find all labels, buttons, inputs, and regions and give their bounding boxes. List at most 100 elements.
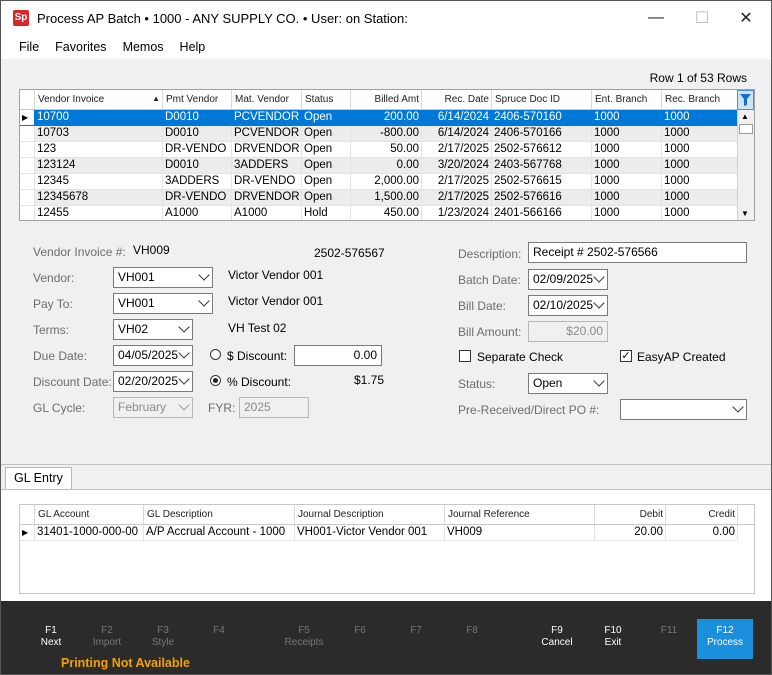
col-status[interactable]: Status: [302, 90, 351, 109]
batch-date-label: Batch Date:: [458, 273, 521, 287]
menu-favorites[interactable]: Favorites: [55, 40, 106, 54]
fkey-f3-button[interactable]: F3 Style: [135, 625, 191, 649]
fkey-key: F2: [101, 625, 113, 636]
chevron-down-icon: [178, 399, 190, 411]
col-rec-date[interactable]: Rec. Date: [422, 90, 492, 109]
col-vendor-invoice[interactable]: Vendor Invoice ▲: [35, 90, 163, 109]
col-ent-branch[interactable]: Ent. Branch: [592, 90, 662, 109]
separate-check-checkbox[interactable]: [459, 350, 471, 362]
pmt-vendor-cell: A1000: [163, 206, 232, 220]
status-select[interactable]: Open: [528, 373, 608, 394]
invoice-grid-scrollbar[interactable]: ▲ ▼: [737, 110, 754, 220]
close-icon[interactable]: ✕: [723, 1, 769, 35]
fkey-f4-button[interactable]: F4: [191, 625, 247, 637]
gl-grid[interactable]: GL Account GL Description Journal Descri…: [19, 504, 755, 594]
payto-select[interactable]: VH001: [113, 293, 213, 314]
vendor-select[interactable]: VH001: [113, 267, 213, 288]
fkey-f6-button[interactable]: F6: [332, 625, 388, 637]
fkey-label: Process: [706, 637, 744, 648]
row-header-cell: [20, 206, 35, 220]
chevron-down-icon: [593, 297, 605, 309]
table-row[interactable]: 12455 A1000 A1000 Hold 450.00 1/23/2024 2401-5…: [20, 206, 738, 220]
fkey-f8-button[interactable]: F8: [444, 625, 500, 637]
maximize-icon[interactable]: ☐: [679, 1, 725, 35]
mat-vendor-cell: A1000: [232, 206, 302, 220]
invoice-grid[interactable]: Vendor Invoice ▲ Pmt Vendor Mat. Vendor S…: [19, 89, 755, 221]
fkey-f12-button[interactable]: F12 Process: [697, 619, 753, 659]
fkey-f9-button[interactable]: F9 Cancel: [529, 625, 585, 649]
menu-file[interactable]: File: [19, 40, 39, 54]
terms-select[interactable]: VH02: [113, 319, 193, 340]
due-date-picker[interactable]: 04/05/2025: [113, 345, 193, 366]
row-header-cell: [20, 158, 35, 174]
table-row[interactable]: 123 DR-VENDO DRVENDOR Open 50.00 2/17/2025 250…: [20, 142, 738, 158]
rec-date-cell: 2/17/2025: [422, 142, 492, 158]
table-row[interactable]: 123124 D0010 3ADDERS Open 0.00 3/20/2024 2403-…: [20, 158, 738, 174]
rec-date-cell: 2/17/2025: [422, 190, 492, 206]
col-pmt-vendor[interactable]: Pmt Vendor: [163, 90, 232, 109]
col-spruce-doc-id[interactable]: Spruce Doc ID: [492, 90, 592, 109]
scroll-down-icon[interactable]: ▼: [741, 209, 749, 218]
col-debit[interactable]: Debit: [595, 505, 666, 524]
scroll-thumb[interactable]: [739, 124, 753, 134]
table-row[interactable]: 12345 3ADDERS DR-VENDO Open 2,000.00 2/17/202…: [20, 174, 738, 190]
minimize-icon[interactable]: —: [633, 1, 679, 35]
main-content: Row 1 of 53 Rows Vendor Invoice ▲ Pmt Ven…: [1, 59, 771, 601]
fkey-f5-button[interactable]: F5 Receipts: [276, 625, 332, 649]
description-input[interactable]: Receipt # 2502-576566: [528, 242, 747, 263]
col-gl-description[interactable]: GL Description: [144, 505, 295, 524]
status-cell: Open: [302, 110, 351, 126]
scroll-up-icon[interactable]: ▲: [741, 112, 749, 121]
col-journal-reference[interactable]: Journal Reference: [445, 505, 595, 524]
pre-received-select[interactable]: [620, 399, 747, 420]
rec-date-cell: 2/17/2025: [422, 174, 492, 190]
pmt-vendor-cell: 3ADDERS: [163, 174, 232, 190]
fkey-f11-button[interactable]: F11: [641, 625, 697, 637]
table-row[interactable]: 12345678 DR-VENDO DRVENDOR Open 1,500.00 2/17…: [20, 190, 738, 206]
col-gl-account[interactable]: GL Account: [35, 505, 144, 524]
col-credit[interactable]: Credit: [666, 505, 738, 524]
sort-asc-icon: ▲: [152, 94, 160, 103]
description-label: Description:: [458, 247, 522, 261]
row-pointer-icon: ▶: [20, 525, 35, 541]
pct-discount-label: % Discount:: [227, 375, 292, 389]
easyap-checkbox[interactable]: ✓: [620, 350, 632, 362]
chevron-down-icon: [178, 321, 190, 333]
bill-date-picker[interactable]: 02/10/2025: [528, 295, 608, 316]
menu-memos[interactable]: Memos: [123, 40, 164, 54]
dollar-discount-input[interactable]: 0.00: [294, 345, 382, 366]
menu-help[interactable]: Help: [180, 40, 206, 54]
rec-date-cell: 3/20/2024: [422, 158, 492, 174]
rec-branch-cell: 1000: [662, 110, 738, 126]
table-row[interactable]: 10703 D0010 PCVENDOR Open -800.00 6/14/2024 24…: [20, 126, 738, 142]
gl-table-row[interactable]: ▶ 31401-1000-000-00 A/P Accrual Account …: [20, 525, 754, 541]
fkey-f10-button[interactable]: F10 Exit: [585, 625, 641, 649]
payto-label: Pay To:: [33, 297, 73, 311]
filter-button[interactable]: [737, 90, 754, 110]
col-billed-amt[interactable]: Billed Amt: [351, 90, 422, 109]
row-header-cell: [20, 126, 35, 142]
vendor-invoice-cell: 10703: [35, 126, 163, 142]
col-journal-description[interactable]: Journal Description: [295, 505, 445, 524]
fkey-label: Exit: [604, 637, 622, 648]
menu-bar: File Favorites Memos Help: [1, 35, 771, 59]
rec-branch-cell: 1000: [662, 206, 738, 220]
pct-discount-radio[interactable]: [210, 375, 221, 386]
status-cell: Hold: [302, 206, 351, 220]
vendor-invoice-cell: 123: [35, 142, 163, 158]
discount-date-picker[interactable]: 02/20/2025: [113, 371, 193, 392]
chevron-down-icon: [593, 375, 605, 387]
table-row[interactable]: ▶ 10700 D0010 PCVENDOR Open 200.00 6/14/2024 24…: [20, 110, 738, 126]
tab-gl-entry[interactable]: GL Entry: [5, 467, 72, 489]
col-mat-vendor[interactable]: Mat. Vendor: [232, 90, 302, 109]
fkey-key: F5: [298, 625, 310, 636]
status-cell: Open: [302, 190, 351, 206]
dollar-discount-radio[interactable]: [210, 349, 221, 360]
col-rec-branch[interactable]: Rec. Branch: [662, 90, 738, 109]
chevron-down-icon: [198, 295, 210, 307]
fkey-f1-button[interactable]: F1 Next: [23, 625, 79, 649]
fkey-f7-button[interactable]: F7: [388, 625, 444, 637]
batch-date-picker[interactable]: 02/09/2025: [528, 269, 608, 290]
fkey-f2-button[interactable]: F2 Import: [79, 625, 135, 649]
fkey-key: F12: [716, 625, 734, 636]
